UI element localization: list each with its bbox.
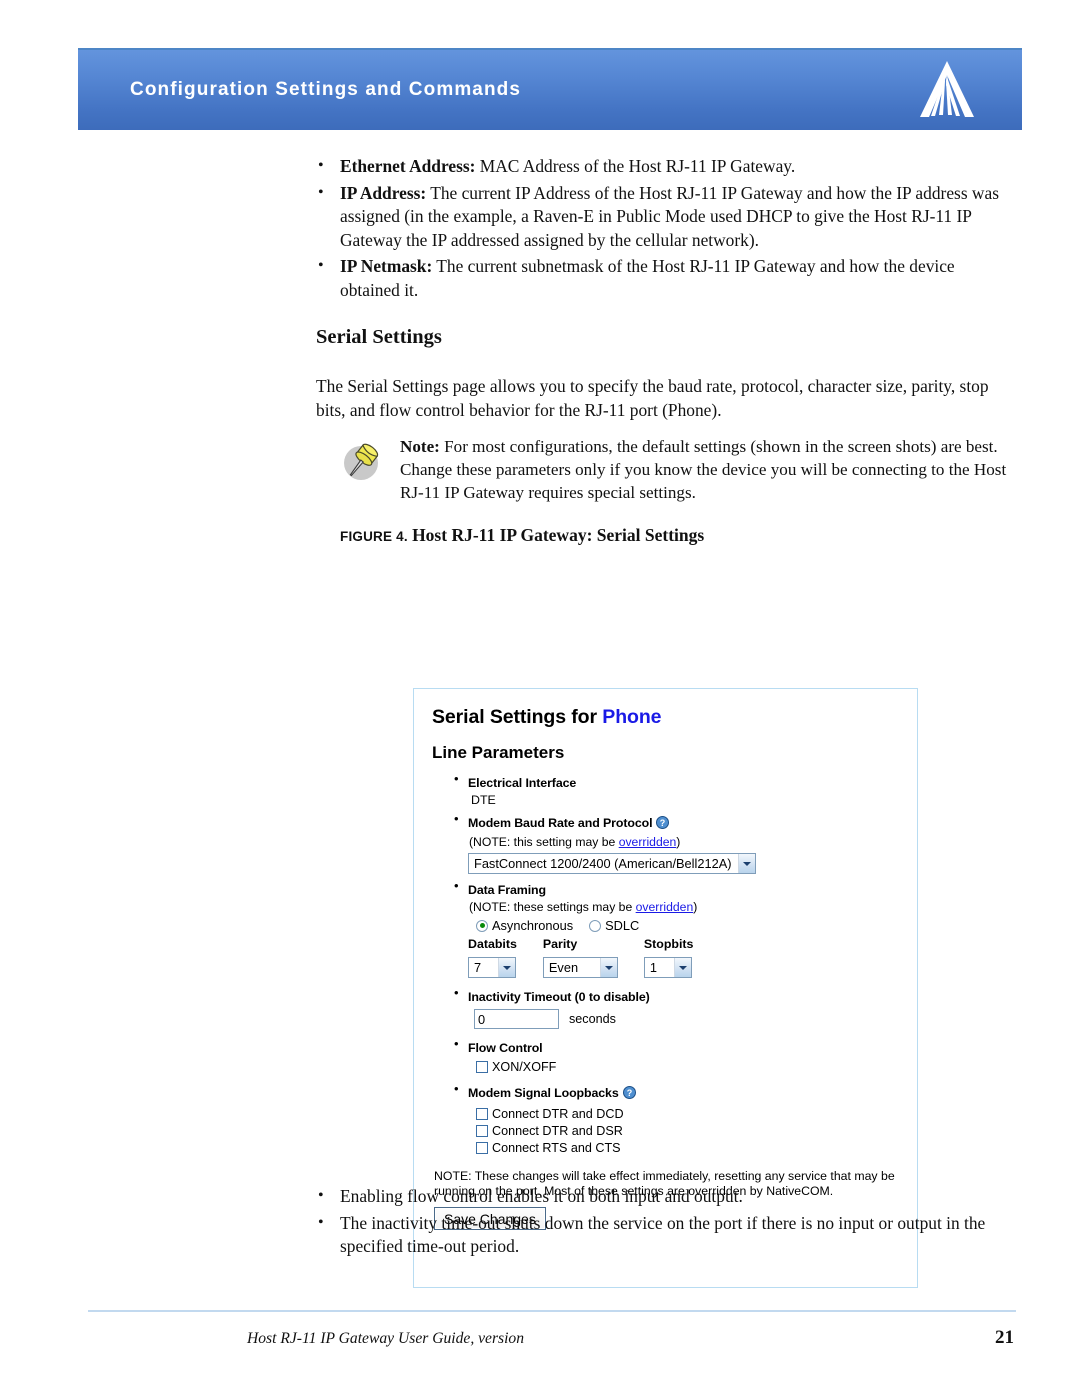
connect-dtr-dsr-label: Connect DTR and DSR [492,1124,623,1138]
data-framing-radio-group: Asynchronous SDLC [468,918,901,933]
inactivity-timeout-input[interactable]: 0 [474,1009,559,1029]
chevron-down-icon[interactable] [737,854,755,873]
databits-field: Databits 7 [468,937,517,978]
xonxoff-label: XON/XOFF [492,1060,557,1074]
connect-rts-cts-label: Connect RTS and CTS [492,1141,621,1155]
loopback-rts-cts-row[interactable]: Connect RTS and CTS [468,1141,901,1155]
section-intro-paragraph: The Serial Settings page allows you to s… [316,376,989,420]
field-flow-control: Flow Control XON/XOFF [454,1036,901,1074]
bullet-text: The current subnetmask of the Host RJ-11… [340,256,955,300]
chevron-down-icon[interactable] [673,958,691,977]
radio-asynchronous-label: Asynchronous [492,918,574,933]
field-inactivity-timeout: Inactivity Timeout (0 to disable) 0 seco… [454,985,901,1029]
framing-fields-row: Databits 7 Parity Even Stopbits 1 [468,937,901,978]
loopback-dtr-dcd-row[interactable]: Connect DTR and DCD [468,1107,901,1121]
overridden-link[interactable]: overridden [619,835,677,849]
line-parameters-heading: Line Parameters [432,743,565,762]
loopbacks-label: Modem Signal Loopbacks [468,1086,619,1100]
electrical-interface-label: Electrical Interface [468,776,577,790]
data-framing-override-note: (NOTE: these settings may be overridden) [468,900,901,914]
parity-select[interactable]: Even [542,957,618,978]
baud-rate-select[interactable]: FastConnect 1200/2400 (American/Bell212A… [468,853,756,874]
baud-rate-override-note: (NOTE: this setting may be overridden) [468,835,901,849]
note-prefix: (NOTE: this setting may be [469,835,619,849]
section-heading: Serial Settings [316,326,442,348]
note-term: Note: [400,437,440,456]
note-text: Note: For most configurations, the defau… [392,435,1024,504]
footer-document-title: Host RJ-11 IP Gateway User Guide, versio… [247,1330,525,1347]
help-question-icon[interactable]: ? [622,1086,636,1104]
field-electrical-interface: Electrical Interface DTE [454,771,901,807]
loopback-dtr-dsr-row[interactable]: Connect DTR and DSR [468,1124,901,1138]
note-callout: Note: For most configurations, the defau… [334,435,1024,504]
overridden-link[interactable]: overridden [636,900,694,914]
note-prefix: (NOTE: these settings may be [469,900,636,914]
databits-label: Databits [468,937,517,951]
top-bullet-list: Ethernet Address: MAC Address of the Hos… [316,154,1018,305]
screenshot-title: Serial Settings for Phone [432,706,901,729]
page-footer: Host RJ-11 IP Gateway User Guide, versio… [88,1327,1016,1349]
radio-asynchronous[interactable] [476,919,488,932]
line-parameters-list: Electrical Interface DTE Modem Baud Rate… [432,771,901,1155]
screenshot-title-port: Phone [602,706,662,728]
connect-dtr-dsr-checkbox[interactable] [476,1125,488,1137]
bullet-text: The current IP Address of the Host RJ-11… [340,182,999,250]
footer-divider [88,1310,1016,1312]
list-item: IP Address: The current IP Address of th… [316,181,1018,253]
figure-caption: FIGURE 4. Host RJ-11 IP Gateway: Serial … [340,525,704,546]
data-framing-label: Data Framing [468,883,546,897]
note-suffix: ) [693,900,698,914]
bullet-text: MAC Address of the Host RJ-11 IP Gateway… [475,156,796,176]
connect-dtr-dcd-checkbox[interactable] [476,1108,488,1120]
parity-value: Even [548,960,579,975]
bottom-bullet-list: Enabling flow control enables it on both… [316,1184,1018,1262]
list-item: Enabling flow control enables it on both… [316,1184,1018,1209]
bullet-term: IP Address: [340,182,427,203]
figure-label: FIGURE 4. [340,529,408,544]
list-item: Ethernet Address: MAC Address of the Hos… [316,154,1018,179]
connect-rts-cts-checkbox[interactable] [476,1142,488,1154]
page-title: Configuration Settings and Commands [130,79,522,100]
chevron-down-icon[interactable] [599,958,617,977]
note-suffix: ) [676,835,681,849]
sierra-wireless-logo-icon [914,59,1022,121]
baud-rate-label: Modem Baud Rate and Protocol [468,816,653,830]
svg-text:?: ? [626,1088,632,1098]
flow-control-label: Flow Control [468,1041,543,1055]
baud-rate-selected-value: FastConnect 1200/2400 (American/Bell212A… [474,856,732,871]
inactivity-timeout-unit: seconds [569,1012,616,1026]
stopbits-value: 1 [649,960,658,975]
connect-dtr-dcd-label: Connect DTR and DCD [492,1107,624,1121]
databits-select[interactable]: 7 [468,957,516,978]
field-data-framing: Data Framing (NOTE: these settings may b… [454,878,901,978]
footer-page-number: 21 [995,1327,1014,1348]
stopbits-field: Stopbits 1 [643,937,694,978]
radio-sdlc[interactable] [589,919,602,932]
databits-value: 7 [474,960,482,975]
radio-sdlc-label: SDLC [605,918,640,933]
pushpin-icon [334,435,392,494]
screenshot-title-prefix: Serial Settings for [432,706,603,728]
field-modem-signal-loopbacks: Modem Signal Loopbacks ? Connect DTR and… [454,1081,901,1155]
stopbits-label: Stopbits [643,937,694,951]
page-header-banner: Configuration Settings and Commands [78,48,1022,130]
chevron-down-icon[interactable] [498,958,515,977]
stopbits-select[interactable]: 1 [643,957,692,978]
electrical-interface-value: DTE [471,793,496,807]
flow-control-checkbox-row[interactable]: XON/XOFF [468,1060,901,1074]
parity-field: Parity Even [542,937,618,978]
xonxoff-checkbox[interactable] [476,1061,488,1073]
bullet-term: IP Netmask: [340,256,433,276]
inactivity-timeout-label: Inactivity Timeout (0 to disable) [468,990,650,1004]
help-question-icon[interactable]: ? [656,816,670,834]
figure-title: Host RJ-11 IP Gateway: Serial Settings [412,525,705,545]
note-body: For most configurations, the default set… [400,437,1007,502]
list-item: IP Netmask: The current subnetmask of th… [316,254,1018,302]
list-item: The inactivity time-out shuts down the s… [316,1211,1018,1259]
bullet-term: Ethernet Address: [340,156,476,176]
svg-text:?: ? [660,818,666,828]
field-modem-baud-rate: Modem Baud Rate and Protocol ? (NOTE: th… [454,811,901,874]
parity-label: Parity [542,937,578,951]
